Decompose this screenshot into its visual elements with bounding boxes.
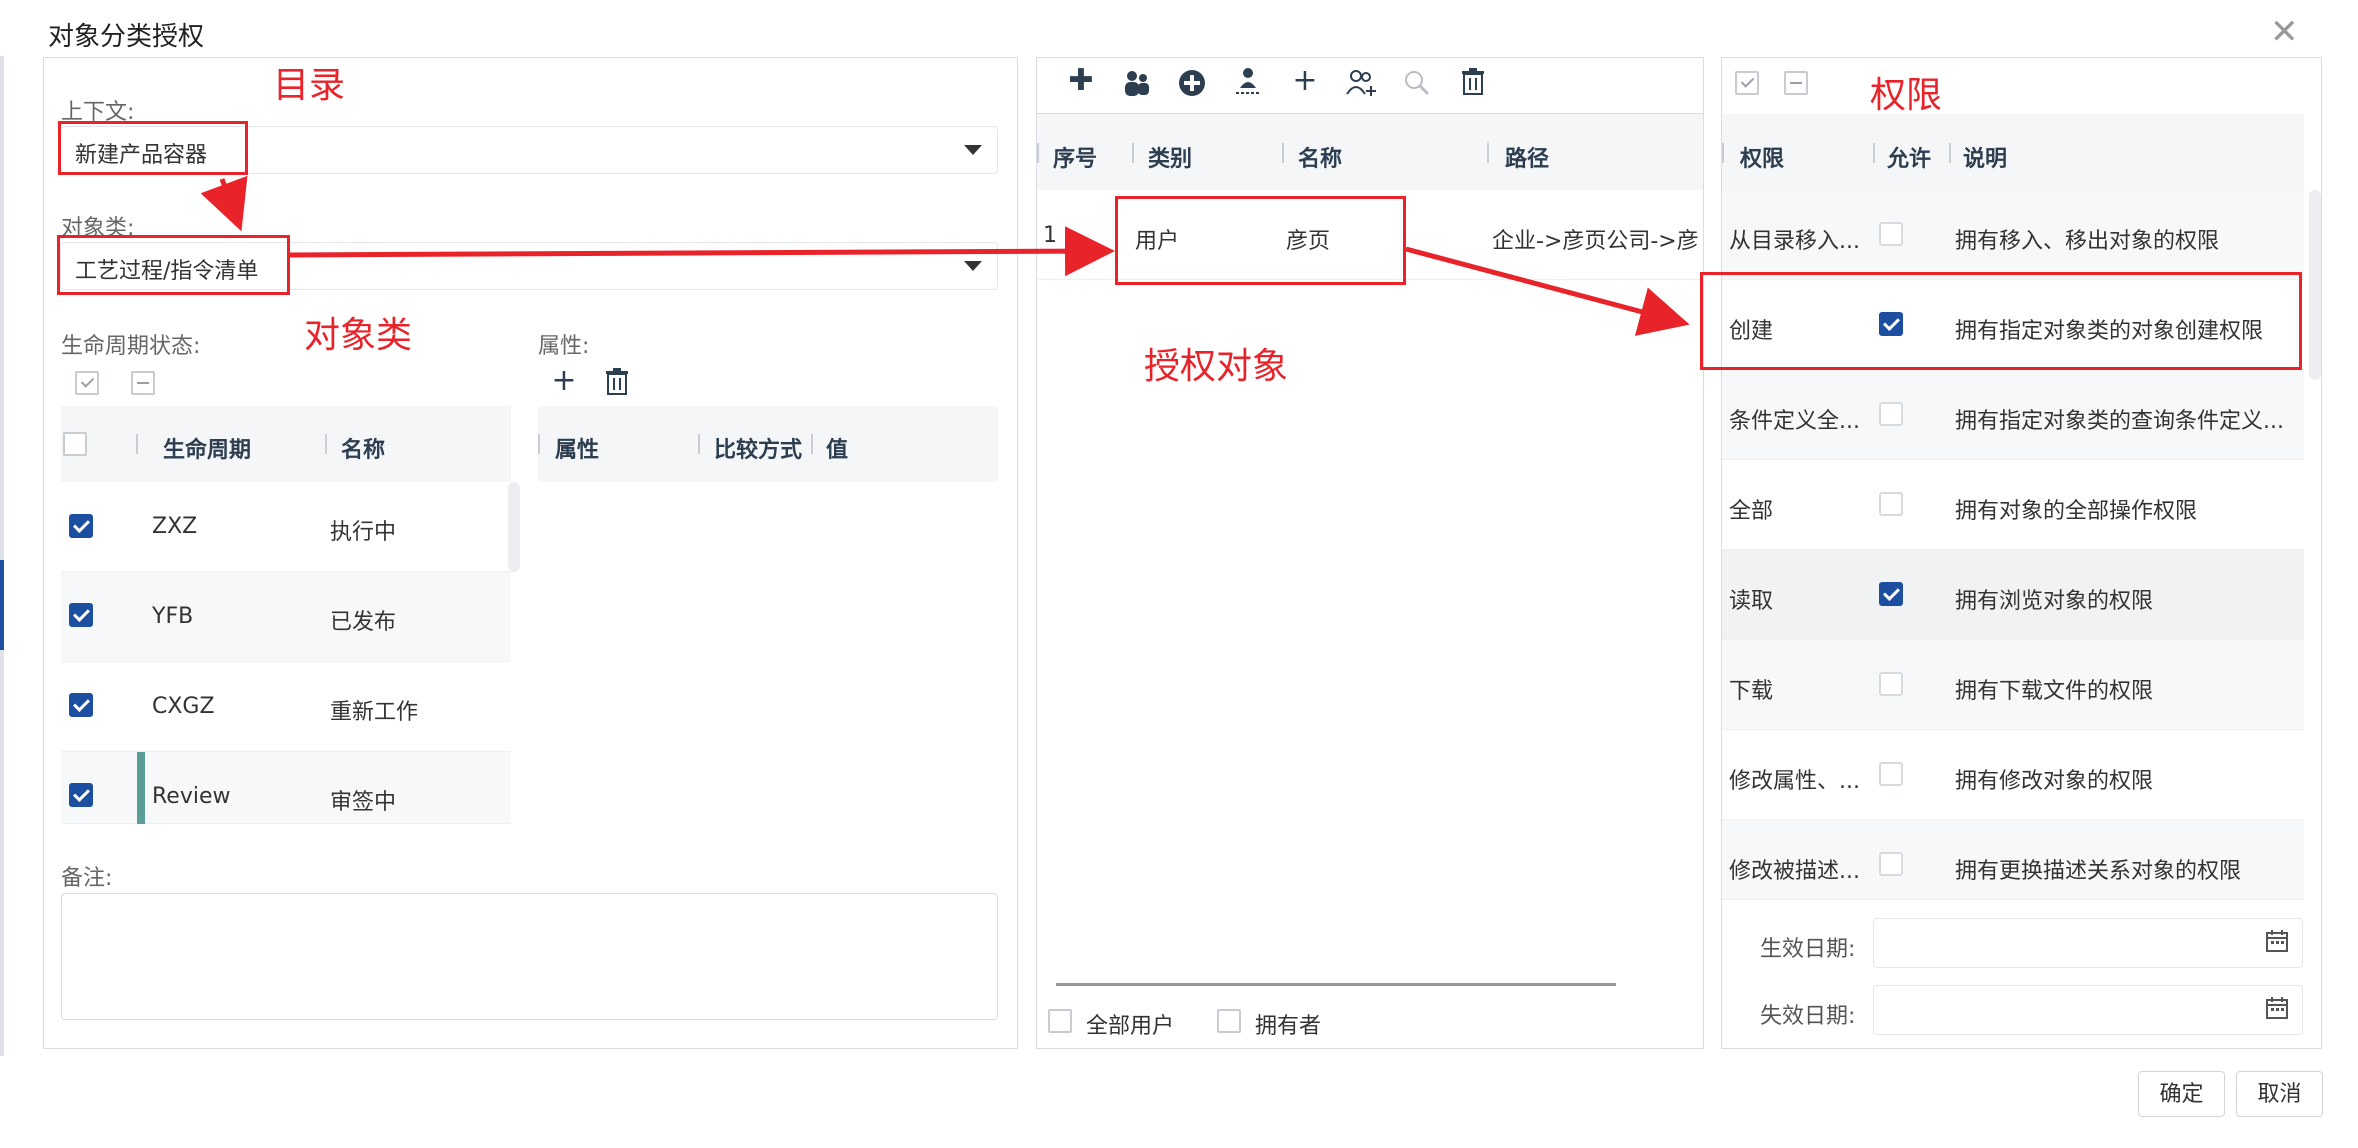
annotation-arrows [200,175,1690,336]
